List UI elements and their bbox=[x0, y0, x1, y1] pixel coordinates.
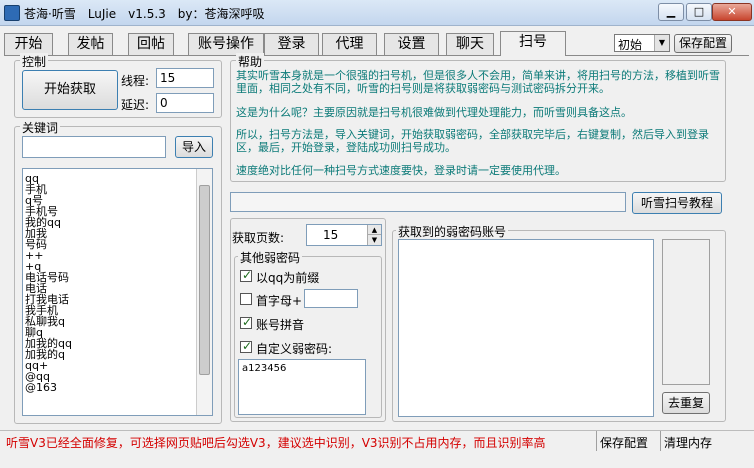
status-divider bbox=[660, 431, 661, 451]
keyword-item[interactable]: 私聊我q bbox=[25, 316, 195, 327]
keyword-item[interactable]: 手机 bbox=[25, 184, 195, 195]
import-button[interactable]: 导入 bbox=[175, 136, 213, 158]
keyword-item[interactable]: 我的qq bbox=[25, 217, 195, 228]
custom-password-value: a123456 bbox=[242, 363, 287, 374]
threads-value: 15 bbox=[160, 71, 176, 85]
dedupe-button[interactable]: 去重复 bbox=[662, 392, 710, 414]
qq-prefix-label: 以qq为前缀 bbox=[256, 271, 320, 285]
keyword-items: qq 手机 q号 手机号 我的qq 加我 号码 ++ +q 电话号码 电话 打我电话 我手机 私聊我q 聊q… bbox=[25, 173, 195, 393]
keyword-list[interactable]: qq 手机 q号 手机号 我的qq 加我 号码 ++ +q 电话号码 电话 打我电话 我手机 私聊我q 聊q… bbox=[22, 168, 213, 416]
tab-post[interactable]: 发帖 bbox=[68, 33, 113, 55]
keyword-scrollbar[interactable] bbox=[196, 169, 212, 415]
tab-scan[interactable]: 扫号 bbox=[500, 31, 566, 56]
tab-proxy[interactable]: 代理 bbox=[322, 33, 377, 55]
qq-prefix-checkbox[interactable] bbox=[240, 268, 252, 282]
help-paragraph-2: 这是为什么呢？主要原因就是扫号机很难做到代理处理能力，而听雪则具备这点。 bbox=[236, 106, 632, 119]
title-bar: 苍海·听雪 LuJie v1.5.3 by：苍海深呼吸 ▁ □ ✕ bbox=[0, 0, 754, 26]
initial-plus-checkbox[interactable] bbox=[240, 293, 252, 305]
pages-value: 15 bbox=[323, 228, 339, 242]
delay-input[interactable]: 0 bbox=[156, 93, 214, 113]
threads-label: 线程: bbox=[121, 74, 150, 88]
delay-value: 0 bbox=[160, 96, 168, 110]
app-icon bbox=[4, 5, 20, 21]
result-group-title: 获取到的弱密码账号 bbox=[396, 223, 509, 240]
tab-reply[interactable]: 回帖 bbox=[128, 33, 174, 55]
scrollbar-thumb[interactable] bbox=[199, 185, 210, 375]
tab-chat[interactable]: 聊天 bbox=[446, 33, 494, 55]
result-side-panel bbox=[662, 239, 710, 385]
save-profile-button[interactable]: 保存配置 bbox=[674, 34, 732, 53]
initial-plus-label: 首字母+ bbox=[256, 294, 303, 308]
help-paragraph-1: 其实听雪本身就是一个很强的扫号机，但是很多人不会用，简单来讲，将用扫号的方法，移… bbox=[236, 69, 720, 95]
profile-select-value: 初始 bbox=[618, 38, 643, 52]
start-fetch-button[interactable]: 开始获取 bbox=[22, 70, 118, 110]
keyword-item[interactable]: 加我 bbox=[25, 228, 195, 239]
tab-login[interactable]: 登录 bbox=[264, 33, 319, 55]
close-icon[interactable]: ✕ bbox=[712, 3, 752, 21]
keyword-item[interactable]: 电话号码 bbox=[25, 272, 195, 283]
keyword-item[interactable]: qq+ bbox=[25, 360, 195, 371]
tab-start[interactable]: 开始 bbox=[4, 33, 53, 55]
status-divider bbox=[596, 431, 597, 451]
help-group-title: 帮助 bbox=[236, 53, 265, 70]
keyword-item[interactable]: 号码 bbox=[25, 239, 195, 250]
keyword-item[interactable]: ++ bbox=[25, 250, 195, 261]
minimize-icon[interactable]: ▁ bbox=[658, 3, 684, 21]
custom-password-textarea[interactable]: a123456 bbox=[238, 359, 366, 415]
keyword-item[interactable]: qq bbox=[25, 173, 195, 184]
keyword-item[interactable]: 加我的q bbox=[25, 349, 195, 360]
help-paragraph-4: 速度绝对比任何一种扫号方式速度要快，登录时请一定要使用代理。 bbox=[236, 164, 566, 177]
keyword-group-title: 关键词 bbox=[20, 119, 61, 136]
status-save-config[interactable]: 保存配置 bbox=[600, 434, 648, 451]
spin-down-icon[interactable]: ▼ bbox=[367, 235, 381, 245]
help-paragraph-3: 所以，扫号方法是，导入关键词，开始获取弱密码，全部获取完毕后，右键复制，然后导入… bbox=[236, 128, 709, 154]
window-title: 苍海·听雪 LuJie v1.5.3 by：苍海深呼吸 bbox=[24, 7, 265, 21]
tab-account-ops[interactable]: 账号操作 bbox=[188, 33, 264, 55]
control-group-title: 控制 bbox=[20, 53, 49, 70]
profile-select[interactable]: 初始 ▼ bbox=[614, 34, 670, 52]
status-message: 听雪V3已经全面修复，可选择网页贴吧后勾选V3，建议选中识别，V3识别不占用内存… bbox=[6, 436, 546, 450]
spin-up-icon[interactable]: ▲ bbox=[367, 225, 381, 235]
tutorial-button[interactable]: 听雪扫号教程 bbox=[632, 192, 722, 214]
keyword-input[interactable] bbox=[22, 136, 166, 158]
maximize-icon[interactable]: □ bbox=[686, 3, 712, 21]
pages-stepper[interactable]: 15 ▲ ▼ bbox=[306, 224, 382, 246]
keyword-item[interactable]: @163 bbox=[25, 382, 195, 393]
result-list[interactable] bbox=[398, 239, 654, 417]
tutorial-field[interactable] bbox=[230, 192, 626, 212]
weak-password-title: 其他弱密码 bbox=[238, 249, 303, 266]
tab-settings[interactable]: 设置 bbox=[384, 33, 439, 55]
initial-plus-input[interactable] bbox=[304, 289, 358, 308]
custom-password-checkbox[interactable] bbox=[240, 339, 252, 353]
custom-password-label: 自定义弱密码: bbox=[256, 342, 333, 356]
status-clear-memory[interactable]: 清理内存 bbox=[664, 434, 712, 451]
account-pinyin-checkbox[interactable] bbox=[240, 315, 252, 329]
delay-label: 延迟: bbox=[121, 98, 150, 112]
pages-label: 获取页数: bbox=[232, 231, 285, 245]
tab-divider bbox=[4, 55, 749, 56]
account-pinyin-label: 账号拼音 bbox=[256, 318, 305, 332]
threads-input[interactable]: 15 bbox=[156, 68, 214, 88]
chevron-down-icon[interactable]: ▼ bbox=[654, 35, 669, 51]
